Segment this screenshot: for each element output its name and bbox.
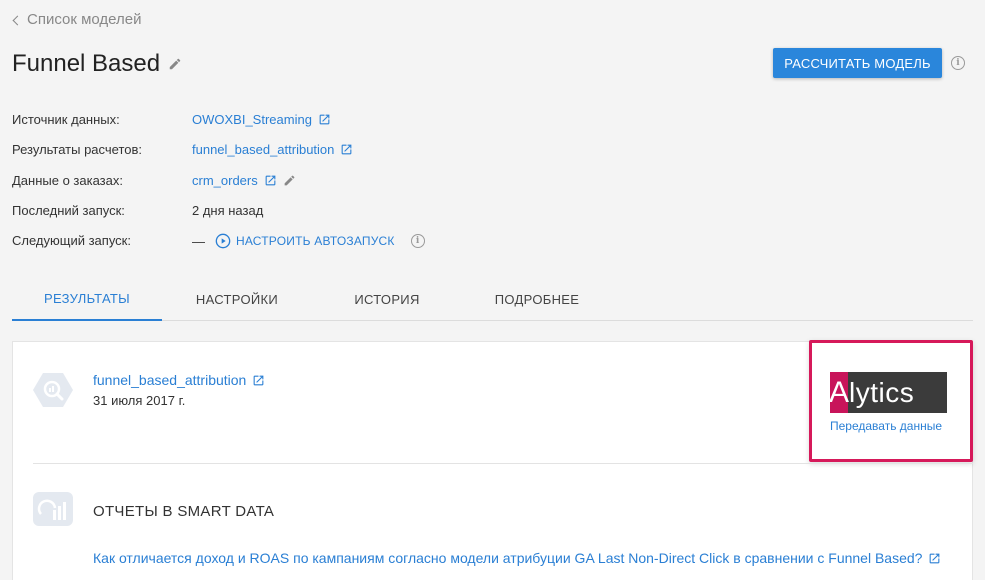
- source-link[interactable]: OWOXBI_Streaming: [192, 112, 312, 127]
- result-date: 31 июля 2017 г.: [93, 393, 186, 408]
- model-title: Funnel Based: [12, 50, 161, 77]
- calculate-model-button[interactable]: РАССЧИТАТЬ МОДЕЛЬ: [773, 48, 942, 78]
- external-link-icon[interactable]: [340, 143, 353, 156]
- page-title: Funnel Based: [12, 50, 182, 78]
- last-run-label: Последний запуск:: [12, 203, 125, 218]
- external-link-icon[interactable]: [264, 174, 277, 187]
- alytics-logo[interactable]: A lytics: [830, 372, 947, 413]
- chevron-left-icon: [12, 15, 23, 25]
- autorun-label: НАСТРОИТЬ АВТОЗАПУСК: [236, 234, 395, 248]
- smart-data-question: Как отличается доход и ROAS по кампаниям…: [93, 550, 941, 566]
- external-link-icon[interactable]: [928, 552, 941, 565]
- info-icon[interactable]: i: [951, 56, 965, 70]
- results-label: Результаты расчетов:: [12, 142, 143, 157]
- smart-data-question-link[interactable]: Как отличается доход и ROAS по кампаниям…: [93, 550, 922, 566]
- external-link-icon[interactable]: [252, 374, 265, 387]
- info-icon[interactable]: i: [410, 234, 425, 248]
- play-circle-icon: [215, 233, 231, 249]
- tab-settings[interactable]: НАСТРОЙКИ: [162, 278, 312, 320]
- tab-bar: РЕЗУЛЬТАТЫ НАСТРОЙКИ ИСТОРИЯ ПОДРОБНЕЕ: [12, 278, 973, 321]
- smart-data-icon: [33, 492, 73, 526]
- orders-value: crm_orders: [192, 173, 296, 188]
- results-link[interactable]: funnel_based_attribution: [192, 142, 334, 157]
- autorun-button[interactable]: НАСТРОИТЬ АВТОЗАПУСК: [215, 233, 395, 249]
- tab-results[interactable]: РЕЗУЛЬТАТЫ: [12, 278, 162, 321]
- back-link[interactable]: Список моделей: [12, 11, 142, 28]
- last-run-value: 2 дня назад: [192, 203, 264, 218]
- result-table: funnel_based_attribution: [93, 372, 265, 388]
- tab-history[interactable]: ИСТОРИЯ: [312, 278, 462, 320]
- next-run-value: — НАСТРОИТЬ АВТОЗАПУСК i: [192, 233, 425, 249]
- orders-link[interactable]: crm_orders: [192, 173, 258, 188]
- pencil-icon[interactable]: [283, 174, 296, 187]
- send-data-link[interactable]: Передавать данные: [830, 419, 942, 433]
- back-label: Список моделей: [27, 11, 142, 28]
- result-table-link[interactable]: funnel_based_attribution: [93, 372, 246, 388]
- tab-details[interactable]: ПОДРОБНЕЕ: [462, 278, 612, 320]
- source-value: OWOXBI_Streaming: [192, 112, 331, 127]
- results-value: funnel_based_attribution: [192, 142, 353, 157]
- bigquery-icon: [33, 373, 73, 407]
- divider: [33, 463, 973, 464]
- external-link-icon[interactable]: [318, 113, 331, 126]
- next-run-label: Следующий запуск:: [12, 233, 131, 248]
- smart-data-title: ОТЧЕТЫ В SMART DATA: [93, 503, 275, 520]
- alytics-logo-mark: A: [830, 372, 849, 413]
- alytics-logo-text: lytics: [849, 376, 915, 408]
- source-label: Источник данных:: [12, 112, 120, 127]
- next-run-dash: —: [192, 233, 205, 249]
- pencil-icon[interactable]: [168, 57, 182, 71]
- orders-label: Данные о заказах:: [12, 173, 123, 188]
